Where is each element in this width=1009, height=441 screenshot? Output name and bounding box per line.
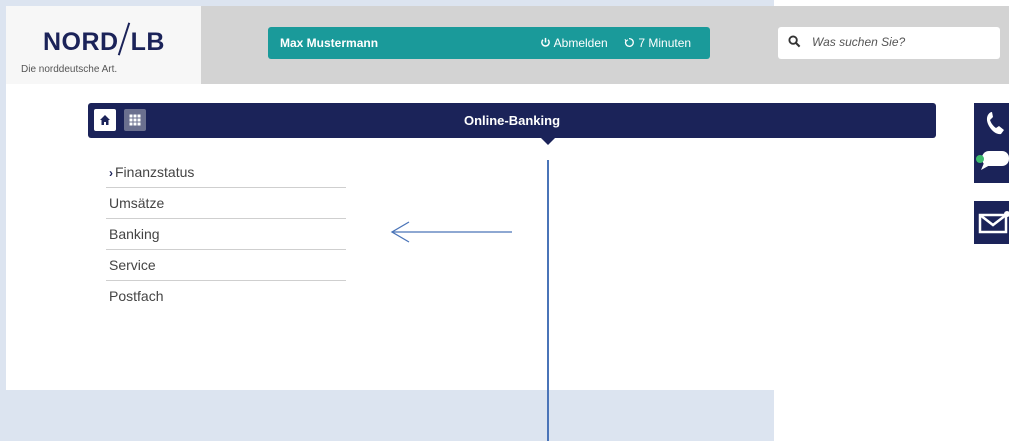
timer-icon [624, 38, 634, 47]
logout-label: Abmelden [553, 36, 608, 50]
logo-slash [117, 22, 130, 56]
logout-button[interactable]: Abmelden [540, 36, 608, 50]
menu-item-label: Umsätze [109, 195, 165, 211]
menu-item-service[interactable]: Service [106, 250, 346, 281]
phone-icon [986, 112, 1004, 135]
menu-item-umsaetze[interactable]: Umsätze [106, 188, 346, 219]
menu-item-banking[interactable]: Banking [106, 219, 346, 250]
menu-item-postfach[interactable]: Postfach [106, 281, 346, 311]
session-timer: 7 Minuten [624, 36, 691, 50]
contact-mail-button[interactable] [974, 201, 1009, 244]
logo[interactable]: NORD LB Die norddeutsche Art. [6, 6, 201, 84]
chevron-right-icon: › [109, 166, 113, 180]
online-banking-nav: Online-Banking [88, 103, 936, 138]
logo-tagline: Die norddeutsche Art. [21, 64, 118, 75]
side-menu: › Finanzstatus Umsätze Banking Service Po… [106, 157, 346, 311]
user-name: Max Mustermann [280, 36, 379, 50]
menu-item-label: Service [109, 257, 156, 273]
power-icon [541, 37, 550, 47]
user-session-bar: Max Mustermann Abmelden 7 Minuten [268, 27, 710, 59]
menu-item-label: Finanzstatus [115, 164, 195, 180]
menu-item-label: Postfach [109, 288, 164, 304]
chat-icon [976, 151, 1009, 170]
search-box [778, 27, 1000, 59]
search-icon[interactable] [788, 35, 801, 48]
nav-pointer [541, 138, 555, 145]
search-input[interactable] [810, 34, 994, 50]
mail-icon [978, 211, 1009, 234]
menu-item-finanzstatus[interactable]: › Finanzstatus [106, 157, 346, 188]
nav-title: Online-Banking [463, 113, 561, 128]
menu-item-label: Banking [109, 226, 160, 242]
logo-text-lb: LB [130, 28, 165, 56]
session-timer-text: 7 Minuten [638, 36, 692, 50]
logo-text-nord: NORD [43, 28, 119, 56]
logo-wordmark: NORD LB [43, 22, 165, 57]
contact-phone-chat-button[interactable] [974, 103, 1009, 183]
